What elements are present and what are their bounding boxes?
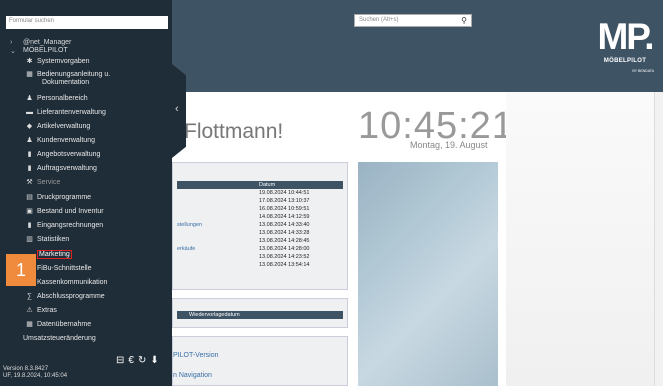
sidebar-item-umsatzsteueraenderung[interactable]: Umsatzsteueränderung [8,334,158,345]
sidebar-item-personalbereich[interactable]: ♟ Personalbereich [20,94,170,105]
sidebar-item-druckprogramme[interactable]: ▤ Druckprogramme [20,193,170,204]
logout-icon[interactable]: ⊟ [116,355,124,366]
invoice-icon: ▮ [27,222,32,229]
extras-icon: ⚠ [26,307,33,314]
sidebar-item-auftragsverwaltung[interactable]: ▮ Auftragsverwaltung [20,164,170,175]
sidebar-item-service[interactable]: ⚒ Service [20,178,170,189]
form-search-input[interactable]: Formular suchen [6,16,168,29]
database-icon: ▦ [26,321,33,328]
sidebar-item-artikelverwaltung[interactable]: ◆ Artikelverwaltung [20,122,170,133]
pin-icon[interactable]: ⬇ [150,355,158,366]
refresh-icon[interactable]: ↻ [138,355,146,366]
tag-icon: ◆ [26,123,33,130]
table-row[interactable]: 14.08.2024 14:12:59 [177,214,343,222]
sidebar-item-kassenkommunikation[interactable]: ● Kassenkommunikation [20,278,170,289]
table-header: Wiedervorlagedatum [177,311,343,319]
people-icon: ♟ [26,137,33,144]
printer-icon: ▤ [26,194,33,201]
gear-icon: ✱ [26,58,33,65]
scrollbar[interactable] [654,92,663,386]
search-icon[interactable]: ⚲ [461,16,467,25]
person-icon: ♟ [26,95,33,102]
sum-icon: ∑ [27,293,32,300]
chevron-down-icon[interactable]: ⌄ [10,47,16,55]
sidebar: Formular suchen › @net_Manager ⌄ MÖBELPI… [0,0,172,386]
sidebar-item-systemvorgaben[interactable]: ✱ Systemvorgaben [20,57,170,68]
sidebar-collapse-handle[interactable]: ‹ [172,64,186,158]
sidebar-item-statistiken[interactable]: ▥ Statistiken [20,235,170,246]
sidebar-item-fibu-schnittstelle[interactable]: FiBu-Schnittstelle [20,264,170,275]
moebelpilot-logo: MP. MÖBELPILOT BY BENDATA [597,16,654,74]
sidebar-item-lieferantenverwaltung[interactable]: ▬ Lieferantenverwaltung [20,108,170,119]
sidebar-item-kundenverwaltung[interactable]: ♟ Kundenverwaltung [20,136,170,147]
chevron-left-icon[interactable]: ‹ [175,103,179,115]
document-icon: ▮ [27,151,32,158]
navigation-link[interactable]: n Navigation [173,372,212,379]
box-icon: ▣ [26,208,33,215]
interior-photo [358,162,498,386]
wrench-icon: ⚒ [26,179,33,186]
table-row[interactable]: erkäufe 13.08.2024 14:28:00 [177,246,343,254]
truck-icon: ▬ [26,109,33,116]
followup-panel: Wiedervorlagedatum [172,298,348,328]
sidebar-item-bestand-inventur[interactable]: ▣ Bestand und Inventur [20,207,170,218]
document-icon: ▮ [27,165,32,172]
step-badge: 1 [6,254,36,286]
sidebar-item-eingangsrechnungen[interactable]: ▮ Eingangsrechnungen [20,221,170,232]
background-photo [506,92,654,386]
chevron-right-icon[interactable]: › [10,39,12,46]
sidebar-item-abschlussprogramme[interactable]: ∑ Abschlussprogramme [20,292,170,303]
table-row[interactable]: stellungen 13.08.2024 14:33:40 [177,222,343,230]
table-row[interactable]: 13.08.2024 14:33:28 [177,230,343,238]
sidebar-item-marketing[interactable]: Marketing [20,250,170,261]
info-panel: PILOT-Version n Navigation [172,336,348,386]
table-row[interactable]: 13.08.2024 14:28:45 [177,238,343,246]
table-row[interactable]: 19.08.2024 10:44:51 [177,190,343,198]
date-text: Montag, 19. August [410,140,488,150]
recent-forms-panel: Datum 19.08.2024 10:44:51 17.08.2024 13:… [172,162,348,290]
euro-icon[interactable]: € [128,355,134,366]
global-search-input[interactable]: Suchen (Alt+s) ⚲ [354,14,472,27]
table-row[interactable]: 13.08.2024 14:23:52 [177,254,343,262]
sidebar-item-angebotsverwaltung[interactable]: ▮ Angebotsverwaltung [20,150,170,161]
grid-icon: ▦ [26,71,33,78]
version-info: Version 8.3.8427 UF, 19.8.2024, 10:45:04 [3,366,68,379]
table-row[interactable]: 13.08.2024 13:54:14 [177,262,343,270]
sidebar-item-datenuebernahme[interactable]: ▦ Datenübernahme [20,320,170,331]
table-header: Datum [177,181,343,189]
table-row[interactable]: 17.08.2024 13:10:37 [177,198,343,206]
sidebar-item-bedienungsanleitung[interactable]: ▦ Bedienungsanleitung u. Dokumentation [20,70,170,88]
chart-icon: ▥ [26,236,33,243]
greeting-text: Flottmann! [184,120,284,143]
sidebar-toolbar: ⊟ € ↻ ⬇ [116,355,163,366]
table-row[interactable]: 16.08.2024 10:59:51 [177,206,343,214]
sidebar-item-extras[interactable]: ⚠ Extras [20,306,170,317]
version-link[interactable]: PILOT-Version [173,352,219,359]
